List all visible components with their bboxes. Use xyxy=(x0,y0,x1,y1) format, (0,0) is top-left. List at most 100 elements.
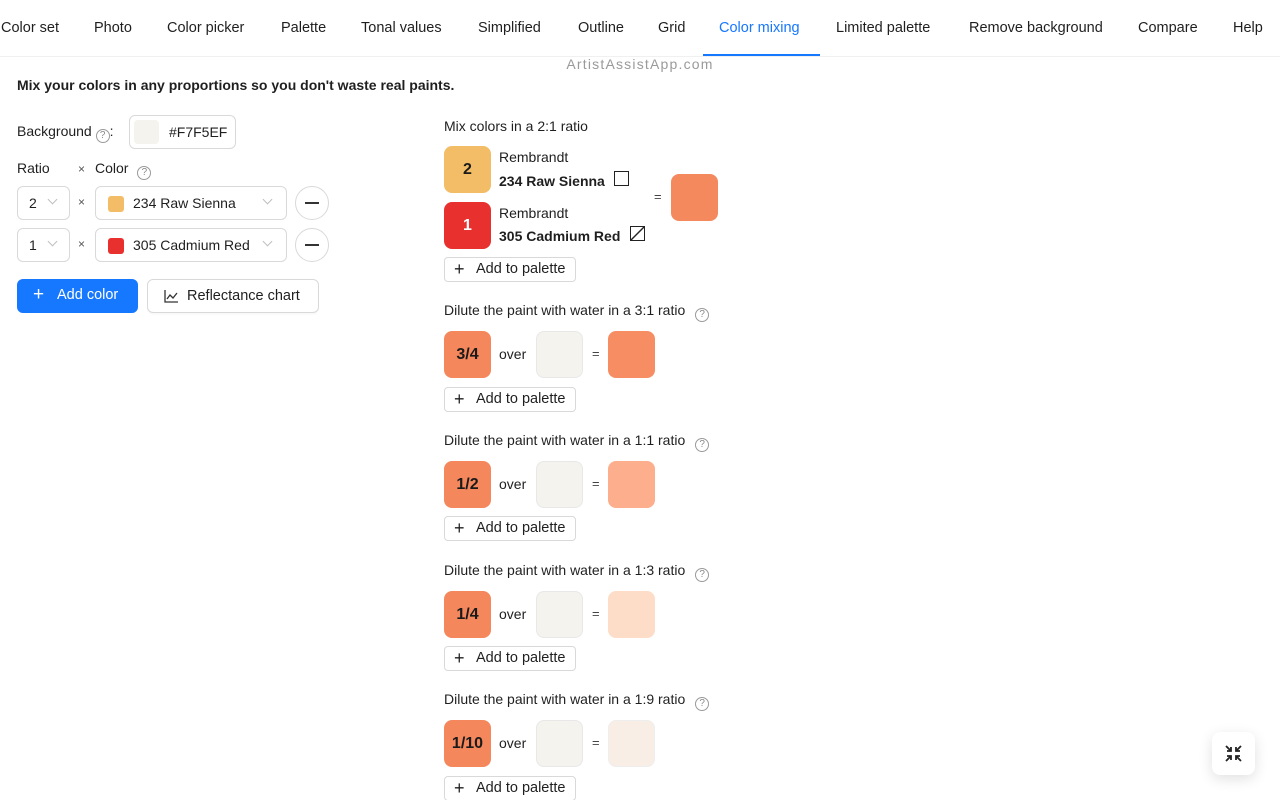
paper-swatch xyxy=(536,591,583,638)
tab-grid[interactable]: Grid xyxy=(658,0,685,56)
dilution-fraction-chip: 1/10 xyxy=(444,720,491,767)
background-color-picker[interactable]: #F7F5EF xyxy=(129,115,236,149)
times-sign: × xyxy=(78,237,86,251)
color-select[interactable]: 305 Cadmium Red xyxy=(95,228,287,262)
tab-tonal-values[interactable]: Tonal values xyxy=(361,0,442,56)
add-to-palette-button[interactable]: + Add to palette xyxy=(444,257,576,282)
add-to-palette-label: Add to palette xyxy=(476,780,566,796)
background-label-group: Background ?: xyxy=(17,123,114,143)
tab-color-set[interactable]: Color set xyxy=(1,0,59,56)
equals-sign: = xyxy=(592,346,600,361)
tab-color-mixing[interactable]: Color mixing xyxy=(719,0,800,56)
help-icon[interactable]: ? xyxy=(695,568,710,582)
tab-help[interactable]: Help xyxy=(1233,0,1263,56)
paint-ratio-chip: 2 xyxy=(444,146,491,193)
chevron-down-icon xyxy=(262,196,274,208)
tab-outline[interactable]: Outline xyxy=(578,0,624,56)
paper-swatch xyxy=(536,461,583,508)
add-color-label: Add color xyxy=(57,287,119,303)
tab-limited-palette[interactable]: Limited palette xyxy=(836,0,930,56)
remove-color-button[interactable] xyxy=(295,186,329,220)
dilution-title-text: Dilute the paint with water in a 3:1 rat… xyxy=(444,302,686,318)
tab-remove-background[interactable]: Remove background xyxy=(969,0,1103,56)
semi-opaque-square-icon xyxy=(630,226,645,241)
ratio-label: Ratio xyxy=(17,160,50,176)
dilution-fraction-chip: 3/4 xyxy=(444,331,491,378)
mix-result-swatch xyxy=(671,174,718,221)
dilution-fraction-chip: 1/4 xyxy=(444,591,491,638)
plus-icon: + xyxy=(454,778,465,798)
tab-color-picker[interactable]: Color picker xyxy=(167,0,244,56)
brand-watermark: ArtistAssistApp.com xyxy=(566,56,714,72)
equals-sign: = xyxy=(592,476,600,491)
add-to-palette-button[interactable]: + Add to palette xyxy=(444,387,576,412)
add-to-palette-label: Add to palette xyxy=(476,261,566,277)
dilution-result-swatch xyxy=(608,591,655,638)
times-sign: × xyxy=(78,195,86,209)
add-to-palette-label: Add to palette xyxy=(476,391,566,407)
plus-icon: + xyxy=(454,389,465,409)
opaque-square-icon xyxy=(614,171,629,186)
dilution-title-text: Dilute the paint with water in a 1:9 rat… xyxy=(444,691,686,707)
add-to-palette-label: Add to palette xyxy=(476,650,566,666)
add-color-button[interactable]: + Add color xyxy=(17,279,138,313)
over-label: over xyxy=(499,476,527,492)
equals-sign: = xyxy=(592,606,600,621)
tab-compare[interactable]: Compare xyxy=(1138,0,1198,56)
chevron-down-icon xyxy=(262,238,274,250)
reflectance-chart-button[interactable]: Reflectance chart xyxy=(147,279,319,313)
tab-photo[interactable]: Photo xyxy=(94,0,132,56)
plus-icon: + xyxy=(33,284,45,305)
ratio-value: 2 xyxy=(29,195,37,211)
plus-icon: + xyxy=(454,648,465,668)
color-select[interactable]: 234 Raw Sienna xyxy=(95,186,287,220)
add-to-palette-button[interactable]: + Add to palette xyxy=(444,516,576,541)
tab-simplified[interactable]: Simplified xyxy=(478,0,541,56)
add-to-palette-button[interactable]: + Add to palette xyxy=(444,776,576,800)
over-label: over xyxy=(499,346,527,362)
plus-icon: + xyxy=(454,518,465,538)
color-swatch xyxy=(108,238,124,254)
dilution-title: Dilute the paint with water in a 3:1 rat… xyxy=(444,302,710,322)
ratio-value: 1 xyxy=(29,237,37,253)
over-label: over xyxy=(499,606,527,622)
main-tab-bar: Color set Photo Color picker Palette Ton… xyxy=(0,0,1280,57)
tab-palette[interactable]: Palette xyxy=(281,0,326,56)
color-value: 305 Cadmium Red xyxy=(133,237,250,253)
page-description: Mix your colors in any proportions so yo… xyxy=(17,77,455,93)
help-icon[interactable]: ? xyxy=(137,166,152,180)
help-icon[interactable]: ? xyxy=(695,308,710,322)
equals-sign: = xyxy=(654,189,662,204)
dilution-result-swatch xyxy=(608,720,655,767)
add-to-palette-button[interactable]: + Add to palette xyxy=(444,646,576,671)
equals-sign: = xyxy=(592,735,600,750)
paint-brand: Rembrandt xyxy=(499,149,569,165)
background-colon: : xyxy=(109,123,114,139)
help-icon[interactable]: ? xyxy=(95,129,110,143)
reflectance-chart-label: Reflectance chart xyxy=(187,288,300,304)
ratio-select[interactable]: 2 xyxy=(17,186,70,220)
color-swatch xyxy=(108,196,124,212)
ratio-select[interactable]: 1 xyxy=(17,228,70,262)
remove-color-button[interactable] xyxy=(295,228,329,262)
help-icon[interactable]: ? xyxy=(695,697,710,711)
background-label: Background xyxy=(17,123,92,139)
paper-swatch xyxy=(536,331,583,378)
background-swatch xyxy=(134,120,159,144)
dilution-result-swatch xyxy=(608,461,655,508)
dilution-result-swatch xyxy=(608,331,655,378)
dilution-title: Dilute the paint with water in a 1:9 rat… xyxy=(444,691,710,711)
times-sign: × xyxy=(78,162,86,176)
mix-title: Mix colors in a 2:1 ratio xyxy=(444,118,588,134)
add-to-palette-label: Add to palette xyxy=(476,520,566,536)
help-icon[interactable]: ? xyxy=(695,438,710,452)
exit-fullscreen-button[interactable] xyxy=(1212,732,1255,775)
chevron-down-icon xyxy=(47,196,59,208)
chevron-down-icon xyxy=(47,238,59,250)
color-label: Color xyxy=(95,160,129,176)
paint-name: 234 Raw Sienna xyxy=(499,173,605,189)
background-value: #F7F5EF xyxy=(169,124,228,140)
color-label-group: Color ? xyxy=(95,160,152,180)
paint-ratio-chip: 1 xyxy=(444,202,491,249)
paint-name: 305 Cadmium Red xyxy=(499,228,621,244)
